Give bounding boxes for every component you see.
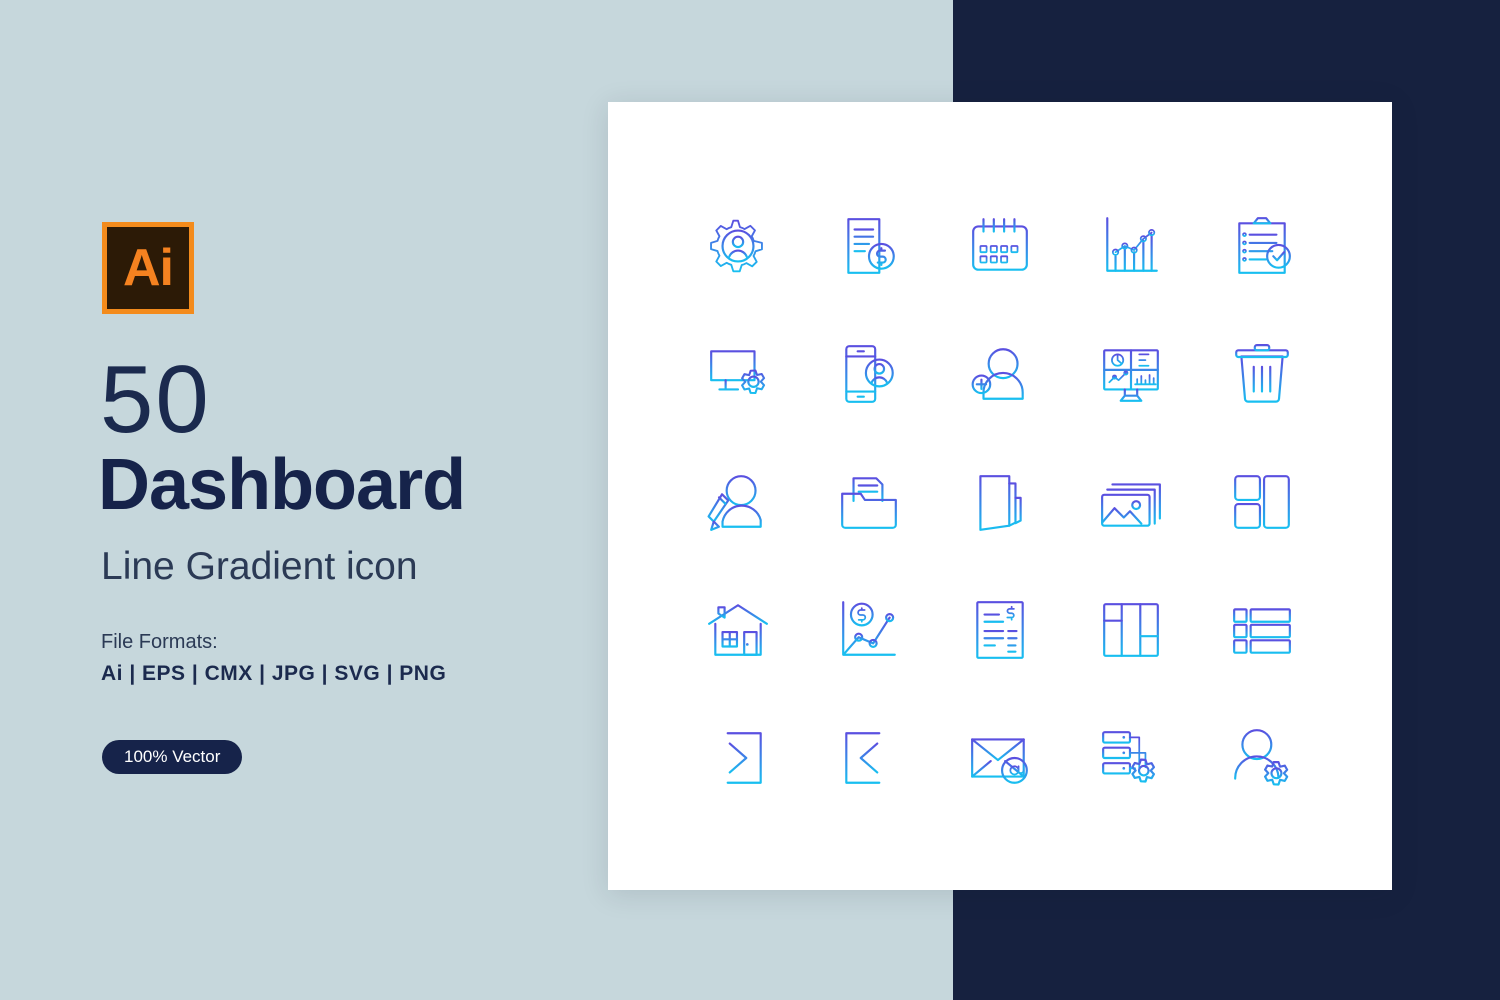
- home-house-icon-cell[interactable]: [672, 566, 803, 694]
- home-house-icon[interactable]: [705, 597, 771, 663]
- email-at-icon[interactable]: [967, 725, 1033, 791]
- icon-grid: [672, 182, 1328, 822]
- billing-statement-icon-cell[interactable]: [934, 566, 1065, 694]
- image-gallery-icon[interactable]: [1098, 469, 1164, 535]
- clipboard-check-icon[interactable]: [1229, 213, 1295, 279]
- server-settings-icon-cell[interactable]: [1066, 694, 1197, 822]
- dashboard-monitor-icon[interactable]: [1098, 341, 1164, 407]
- user-settings-gear-icon[interactable]: [705, 213, 771, 279]
- file-formats-label: File Formats:: [101, 631, 218, 653]
- calendar-icon-cell[interactable]: [934, 182, 1065, 310]
- open-folder-documents-icon[interactable]: [836, 469, 902, 535]
- login-icon[interactable]: [705, 725, 771, 791]
- server-settings-icon[interactable]: [1098, 725, 1164, 791]
- dashboard-monitor-icon-cell[interactable]: [1066, 310, 1197, 438]
- layout-grid-icon[interactable]: [1229, 469, 1295, 535]
- adobe-illustrator-badge-label: Ai: [123, 239, 174, 297]
- poster-canvas: Ai 50 Dashboard Line Gradient icon File …: [0, 0, 1500, 1000]
- billing-statement-icon[interactable]: [967, 597, 1033, 663]
- logout-icon-cell[interactable]: [803, 694, 934, 822]
- add-user-icon[interactable]: [967, 341, 1033, 407]
- mobile-user-profile-icon-cell[interactable]: [803, 310, 934, 438]
- revenue-growth-chart-icon[interactable]: [836, 597, 902, 663]
- user-settings-gear-icon-cell[interactable]: [672, 182, 803, 310]
- monitor-settings-icon-cell[interactable]: [672, 310, 803, 438]
- vector-badge: 100% Vector: [102, 740, 243, 774]
- mobile-user-profile-icon[interactable]: [836, 341, 902, 407]
- user-account-settings-icon-cell[interactable]: [1197, 694, 1328, 822]
- closed-folder-icon[interactable]: [967, 469, 1033, 535]
- vector-badge-label: 100% Vector: [124, 747, 221, 766]
- columns-layout-icon-cell[interactable]: [1066, 566, 1197, 694]
- revenue-growth-chart-icon-cell[interactable]: [803, 566, 934, 694]
- invoice-document-dollar-icon-cell[interactable]: [803, 182, 934, 310]
- icon-count: 50: [100, 346, 211, 453]
- adobe-illustrator-badge: Ai: [102, 222, 194, 314]
- login-icon-cell[interactable]: [672, 694, 803, 822]
- page-subtitle: Line Gradient icon: [101, 545, 418, 588]
- open-folder-documents-icon-cell[interactable]: [803, 438, 934, 566]
- logout-icon[interactable]: [836, 725, 902, 791]
- icon-showcase-card: [608, 102, 1392, 890]
- email-at-icon-cell[interactable]: [934, 694, 1065, 822]
- layout-grid-icon-cell[interactable]: [1197, 438, 1328, 566]
- clipboard-check-icon-cell[interactable]: [1197, 182, 1328, 310]
- trash-bin-icon[interactable]: [1229, 341, 1295, 407]
- bar-line-chart-icon-cell[interactable]: [1066, 182, 1197, 310]
- file-formats-list: Ai | EPS | CMX | JPG | SVG | PNG: [101, 662, 447, 685]
- monitor-settings-icon[interactable]: [705, 341, 771, 407]
- list-rows-layout-icon[interactable]: [1229, 597, 1295, 663]
- add-user-icon-cell[interactable]: [934, 310, 1065, 438]
- columns-layout-icon[interactable]: [1098, 597, 1164, 663]
- edit-profile-pencil-icon-cell[interactable]: [672, 438, 803, 566]
- list-rows-layout-icon-cell[interactable]: [1197, 566, 1328, 694]
- bar-line-chart-icon[interactable]: [1098, 213, 1164, 279]
- closed-folder-icon-cell[interactable]: [934, 438, 1065, 566]
- trash-bin-icon-cell[interactable]: [1197, 310, 1328, 438]
- page-title: Dashboard: [98, 445, 466, 525]
- calendar-icon[interactable]: [967, 213, 1033, 279]
- invoice-document-dollar-icon[interactable]: [836, 213, 902, 279]
- user-account-settings-icon[interactable]: [1229, 725, 1295, 791]
- image-gallery-icon-cell[interactable]: [1066, 438, 1197, 566]
- edit-profile-pencil-icon[interactable]: [705, 469, 771, 535]
